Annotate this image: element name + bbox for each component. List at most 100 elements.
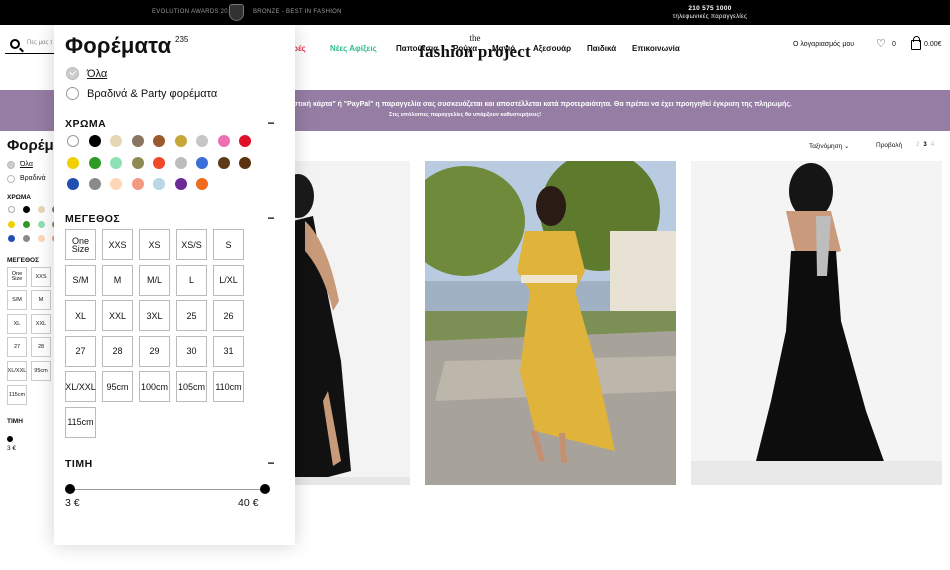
bg-size-option[interactable]: 115cm — [7, 385, 27, 405]
size-option[interactable]: 26 — [213, 300, 244, 331]
size-option[interactable]: S/M — [65, 264, 96, 296]
bg-swatch[interactable] — [38, 221, 45, 228]
nav-item-new-arrivals[interactable]: Νέες Αφίξεις — [330, 44, 377, 53]
color-swatch[interactable] — [88, 135, 101, 147]
size-option[interactable]: XS — [139, 229, 170, 260]
color-swatch[interactable] — [196, 178, 208, 190]
size-option[interactable]: 105cm — [176, 371, 207, 402]
phone-info[interactable]: 210 575 1000 τηλεφωνικές παραγγελίες — [668, 5, 752, 21]
size-option[interactable]: M/L — [139, 264, 170, 296]
price-range-track[interactable] — [70, 489, 265, 490]
nav-item-shoes[interactable]: Παπούτσια — [396, 44, 438, 53]
color-swatch[interactable] — [131, 156, 144, 169]
bg-size-option[interactable]: 28 — [31, 337, 51, 357]
color-swatch[interactable] — [153, 156, 165, 169]
nav-item-swimwear[interactable]: Μαγιό — [492, 44, 515, 53]
collapse-color-icon[interactable]: − — [267, 117, 275, 129]
color-swatch[interactable] — [110, 156, 122, 169]
size-option[interactable]: 115cm — [65, 406, 96, 438]
color-swatch[interactable] — [174, 135, 187, 147]
size-option[interactable]: 28 — [102, 335, 133, 367]
option-party-label[interactable]: Βραδινά & Party φορέματα — [87, 88, 217, 100]
color-swatch[interactable] — [174, 156, 187, 169]
size-option[interactable]: 110cm — [213, 371, 244, 402]
size-option[interactable]: 29 — [139, 335, 170, 367]
bg-swatch[interactable] — [8, 206, 15, 213]
color-swatch[interactable] — [67, 135, 79, 147]
bg-size-option[interactable]: M — [31, 290, 51, 310]
shopping-bag-icon[interactable] — [911, 36, 921, 50]
size-option[interactable]: 100cm — [139, 371, 170, 402]
product-image-2[interactable] — [425, 161, 676, 485]
price-max-handle[interactable] — [260, 484, 270, 494]
size-section-header[interactable]: ΜΕΓΕΘΟΣ − — [65, 212, 275, 225]
size-option[interactable]: 25 — [176, 300, 207, 331]
nav-item-clothes[interactable]: Ρούχα — [453, 44, 477, 53]
color-swatch[interactable] — [217, 135, 230, 147]
bg-size-option[interactable]: XXS — [31, 267, 51, 287]
account-link[interactable]: Ο λογαριασμός μου — [793, 41, 854, 48]
size-option[interactable]: L/XL — [213, 264, 244, 296]
size-option[interactable]: 95cm — [102, 371, 133, 402]
color-section-header[interactable]: ΧΡΩΜΑ − — [65, 117, 275, 130]
size-option[interactable]: 3XL — [139, 300, 170, 331]
size-option[interactable]: One Size — [65, 229, 96, 260]
nav-item-contact[interactable]: Επικοινωνία — [632, 44, 680, 53]
size-option[interactable]: XS/S — [176, 229, 207, 260]
size-option[interactable]: S — [213, 229, 244, 260]
option-all-label[interactable]: Όλα — [87, 68, 107, 80]
page-2[interactable]: 2 — [916, 142, 919, 148]
color-swatch[interactable] — [110, 178, 122, 190]
price-min-handle[interactable] — [65, 484, 75, 494]
bg-size-option[interactable]: 27 — [7, 337, 27, 357]
bg-size-option[interactable]: 95cm — [31, 361, 51, 381]
bg-size-option[interactable]: XL/XXL — [7, 361, 27, 381]
size-option[interactable]: L — [176, 264, 207, 296]
checkbox-checked-icon[interactable] — [66, 67, 79, 80]
bg-price-knob[interactable] — [7, 436, 13, 442]
page-3[interactable]: 3 — [923, 142, 926, 148]
bg-swatch[interactable] — [23, 206, 30, 213]
nav-item-kids[interactable]: Παιδικά — [587, 44, 616, 53]
sort-dropdown[interactable]: Ταξινόμηση ⌄ — [809, 142, 850, 150]
color-swatch[interactable] — [153, 178, 165, 190]
bg-option-all[interactable]: Όλα — [20, 161, 33, 168]
bg-radio-all[interactable] — [7, 161, 15, 169]
color-swatch[interactable] — [110, 135, 122, 147]
color-swatch[interactable] — [196, 156, 208, 169]
page-4[interactable]: 4 — [931, 142, 934, 148]
color-swatch[interactable] — [131, 135, 144, 147]
color-swatch[interactable] — [239, 156, 251, 169]
color-swatch[interactable] — [67, 156, 79, 169]
bg-radio-party[interactable] — [7, 175, 15, 183]
collapse-price-icon[interactable]: − — [267, 457, 275, 469]
bg-size-option[interactable]: S/M — [7, 290, 27, 310]
size-option[interactable]: XL — [65, 300, 96, 331]
bg-size-option[interactable]: XXL — [31, 314, 51, 334]
phone-number[interactable]: 210 575 1000 — [688, 5, 731, 12]
size-option[interactable]: 31 — [213, 335, 244, 367]
radio-icon[interactable] — [66, 87, 79, 100]
bg-swatch[interactable] — [38, 206, 45, 213]
size-option[interactable]: 27 — [65, 335, 96, 367]
size-option[interactable]: XL/XXL — [65, 371, 96, 402]
option-all[interactable]: Όλα — [66, 67, 107, 80]
bg-size-option[interactable]: One Size — [7, 267, 27, 287]
bg-swatch[interactable] — [8, 221, 15, 228]
cart-total[interactable]: 0.00€ — [924, 41, 942, 48]
product-image-1[interactable] — [293, 161, 410, 485]
nav-item-accessories[interactable]: Αξεσουάρ — [533, 44, 571, 53]
product-image-3[interactable] — [691, 161, 942, 485]
bg-swatch[interactable] — [23, 235, 30, 242]
color-swatch[interactable] — [239, 135, 251, 147]
size-option[interactable]: XXS — [102, 229, 133, 260]
color-swatch[interactable] — [196, 135, 208, 147]
bg-option-party[interactable]: Βραδινά — [20, 175, 46, 182]
heart-icon[interactable]: ♡ — [876, 39, 886, 50]
color-swatch[interactable] — [67, 178, 79, 190]
price-section-header[interactable]: ΤΙΜΗ − — [65, 457, 275, 470]
color-swatch[interactable] — [131, 178, 144, 190]
bg-size-option[interactable]: XL — [7, 314, 27, 334]
color-swatch[interactable] — [153, 135, 165, 147]
size-option[interactable]: 30 — [176, 335, 207, 367]
